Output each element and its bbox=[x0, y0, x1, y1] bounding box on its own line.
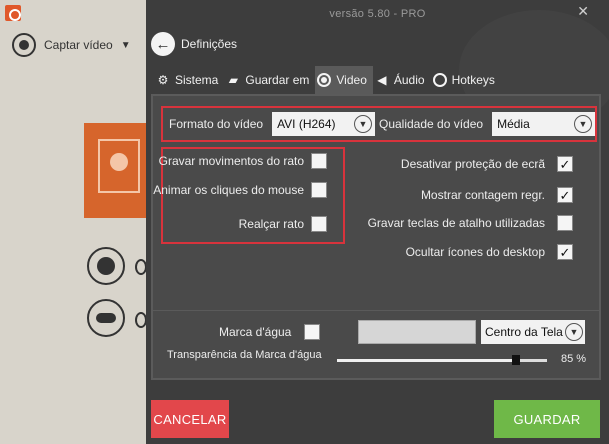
tab-label: Sistema bbox=[175, 73, 219, 87]
quality-value: Média bbox=[497, 117, 530, 131]
chevron-down-icon: ▼ bbox=[574, 115, 592, 133]
format-quality-group: Formato do vídeo AVI (H264) ▼ Qualidade … bbox=[161, 106, 597, 142]
option-record-hotkeys[interactable]: Gravar teclas de atalho utilizadas bbox=[333, 215, 573, 231]
quality-select[interactable]: Média ▼ bbox=[492, 112, 595, 136]
record-icon bbox=[317, 73, 332, 87]
highlight-mouse-checkbox[interactable] bbox=[311, 216, 327, 232]
option-record-mouse[interactable]: Gravar movimentos do rato bbox=[159, 153, 327, 169]
animate-clicks-checkbox[interactable] bbox=[311, 182, 327, 198]
option-label: Animar os cliques do mouse bbox=[153, 182, 304, 197]
chevron-down-icon: ▼ bbox=[565, 323, 583, 341]
tab-hotkeys[interactable]: Hotkeys bbox=[431, 66, 501, 94]
transparency-label: Transparência da Marca d'água bbox=[167, 349, 322, 361]
record-mouse-checkbox[interactable] bbox=[311, 153, 327, 169]
disable-screensaver-checkbox[interactable]: ✓ bbox=[557, 156, 573, 172]
option-disable-screensaver[interactable]: Desativar proteção de ecrã ✓ bbox=[333, 156, 573, 172]
watermark-position-value: Centro da Tela bbox=[485, 325, 563, 339]
watermark-row: Marca d'água Centro da Tela ▼ bbox=[153, 320, 599, 344]
tab-label: Hotkeys bbox=[451, 73, 495, 87]
tab-label: Guardar em bbox=[245, 73, 310, 87]
record-hotkeys-checkbox[interactable] bbox=[557, 215, 573, 231]
watermark-label: Marca d'água bbox=[219, 325, 292, 339]
record-icon bbox=[12, 33, 36, 57]
settings-dialog: versão 5.80 - PRO ✕ ← Definições ⚙ Siste… bbox=[146, 0, 609, 444]
speaker-icon: ◀ bbox=[377, 73, 387, 87]
chevron-down-icon: ▼ bbox=[353, 115, 372, 133]
option-label: Gravar teclas de atalho utilizadas bbox=[367, 216, 545, 230]
version-label: versão 5.80 - PRO bbox=[329, 8, 426, 20]
page-title: Definições bbox=[181, 37, 238, 51]
record-button[interactable] bbox=[87, 247, 125, 285]
screenshot-thumbnail[interactable] bbox=[84, 123, 146, 218]
back-arrow-icon[interactable]: ← bbox=[151, 32, 175, 56]
option-label: Desativar proteção de ecrã bbox=[400, 157, 545, 171]
quality-label: Qualidade do vídeo bbox=[378, 117, 484, 131]
transparency-row: Transparência da Marca d'água 85 % bbox=[153, 348, 599, 378]
tab-video[interactable]: Video bbox=[315, 66, 373, 94]
transparency-percent: 85 % bbox=[561, 353, 587, 365]
option-highlight-mouse[interactable]: Realçar rato bbox=[167, 216, 327, 232]
gear-icon: ⚙ bbox=[157, 73, 169, 87]
tab-guardar-em[interactable]: ▰ Guardar em bbox=[224, 66, 315, 94]
option-hide-desktop-icons[interactable]: Ocultar ícones do desktop ✓ bbox=[333, 244, 573, 260]
watermark-text-input[interactable] bbox=[358, 320, 476, 344]
option-label: Realçar rato bbox=[238, 216, 304, 231]
option-animate-clicks[interactable]: Animar os cliques do mouse bbox=[153, 182, 327, 198]
folder-icon: ▰ bbox=[228, 73, 238, 87]
capture-mode-label: Captar vídeo bbox=[44, 38, 113, 52]
close-icon[interactable]: ✕ bbox=[577, 3, 589, 20]
settings-tabs: ⚙ Sistema ▰ Guardar em Video ◀ Áudio Hot… bbox=[154, 66, 501, 94]
game-mode-button[interactable] bbox=[87, 299, 125, 337]
slider-thumb[interactable] bbox=[511, 355, 520, 365]
save-button[interactable]: GUARDAR bbox=[494, 400, 600, 438]
tab-label: Áudio bbox=[393, 73, 425, 87]
slider-fill bbox=[337, 359, 516, 362]
app-logo bbox=[5, 5, 21, 21]
option-label: Mostrar contagem regr. bbox=[420, 188, 545, 202]
video-settings-panel: Formato do vídeo AVI (H264) ▼ Qualidade … bbox=[151, 94, 601, 380]
watermark-checkbox[interactable] bbox=[304, 324, 320, 340]
format-value: AVI (H264) bbox=[277, 117, 336, 131]
option-label: Gravar movimentos do rato bbox=[158, 153, 304, 168]
title-bar: versão 5.80 - PRO ✕ bbox=[146, 0, 609, 28]
settings-header: ← Definições bbox=[151, 32, 237, 56]
tab-sistema[interactable]: ⚙ Sistema bbox=[154, 66, 224, 94]
hotkey-icon bbox=[432, 73, 447, 87]
format-select[interactable]: AVI (H264) ▼ bbox=[272, 112, 375, 136]
mouse-options-group: Gravar movimentos do rato Animar os cliq… bbox=[153, 147, 345, 244]
format-label: Formato do vídeo bbox=[169, 117, 264, 131]
chevron-down-icon: ▼ bbox=[120, 39, 131, 51]
watermark-position-select[interactable]: Centro da Tela ▼ bbox=[481, 320, 585, 344]
countdown-checkbox[interactable]: ✓ bbox=[557, 187, 573, 203]
option-countdown[interactable]: Mostrar contagem regr. ✓ bbox=[333, 187, 573, 203]
transparency-slider[interactable] bbox=[337, 355, 547, 365]
tab-audio[interactable]: ◀ Áudio bbox=[373, 66, 431, 94]
divider bbox=[153, 310, 599, 311]
cancel-button[interactable]: CANCELAR bbox=[151, 400, 229, 438]
tab-label: Video bbox=[336, 73, 367, 87]
option-label: Ocultar ícones do desktop bbox=[405, 245, 545, 259]
capture-mode-selector[interactable]: Captar vídeo ▼ bbox=[12, 33, 131, 57]
hide-desktop-icons-checkbox[interactable]: ✓ bbox=[557, 244, 573, 260]
